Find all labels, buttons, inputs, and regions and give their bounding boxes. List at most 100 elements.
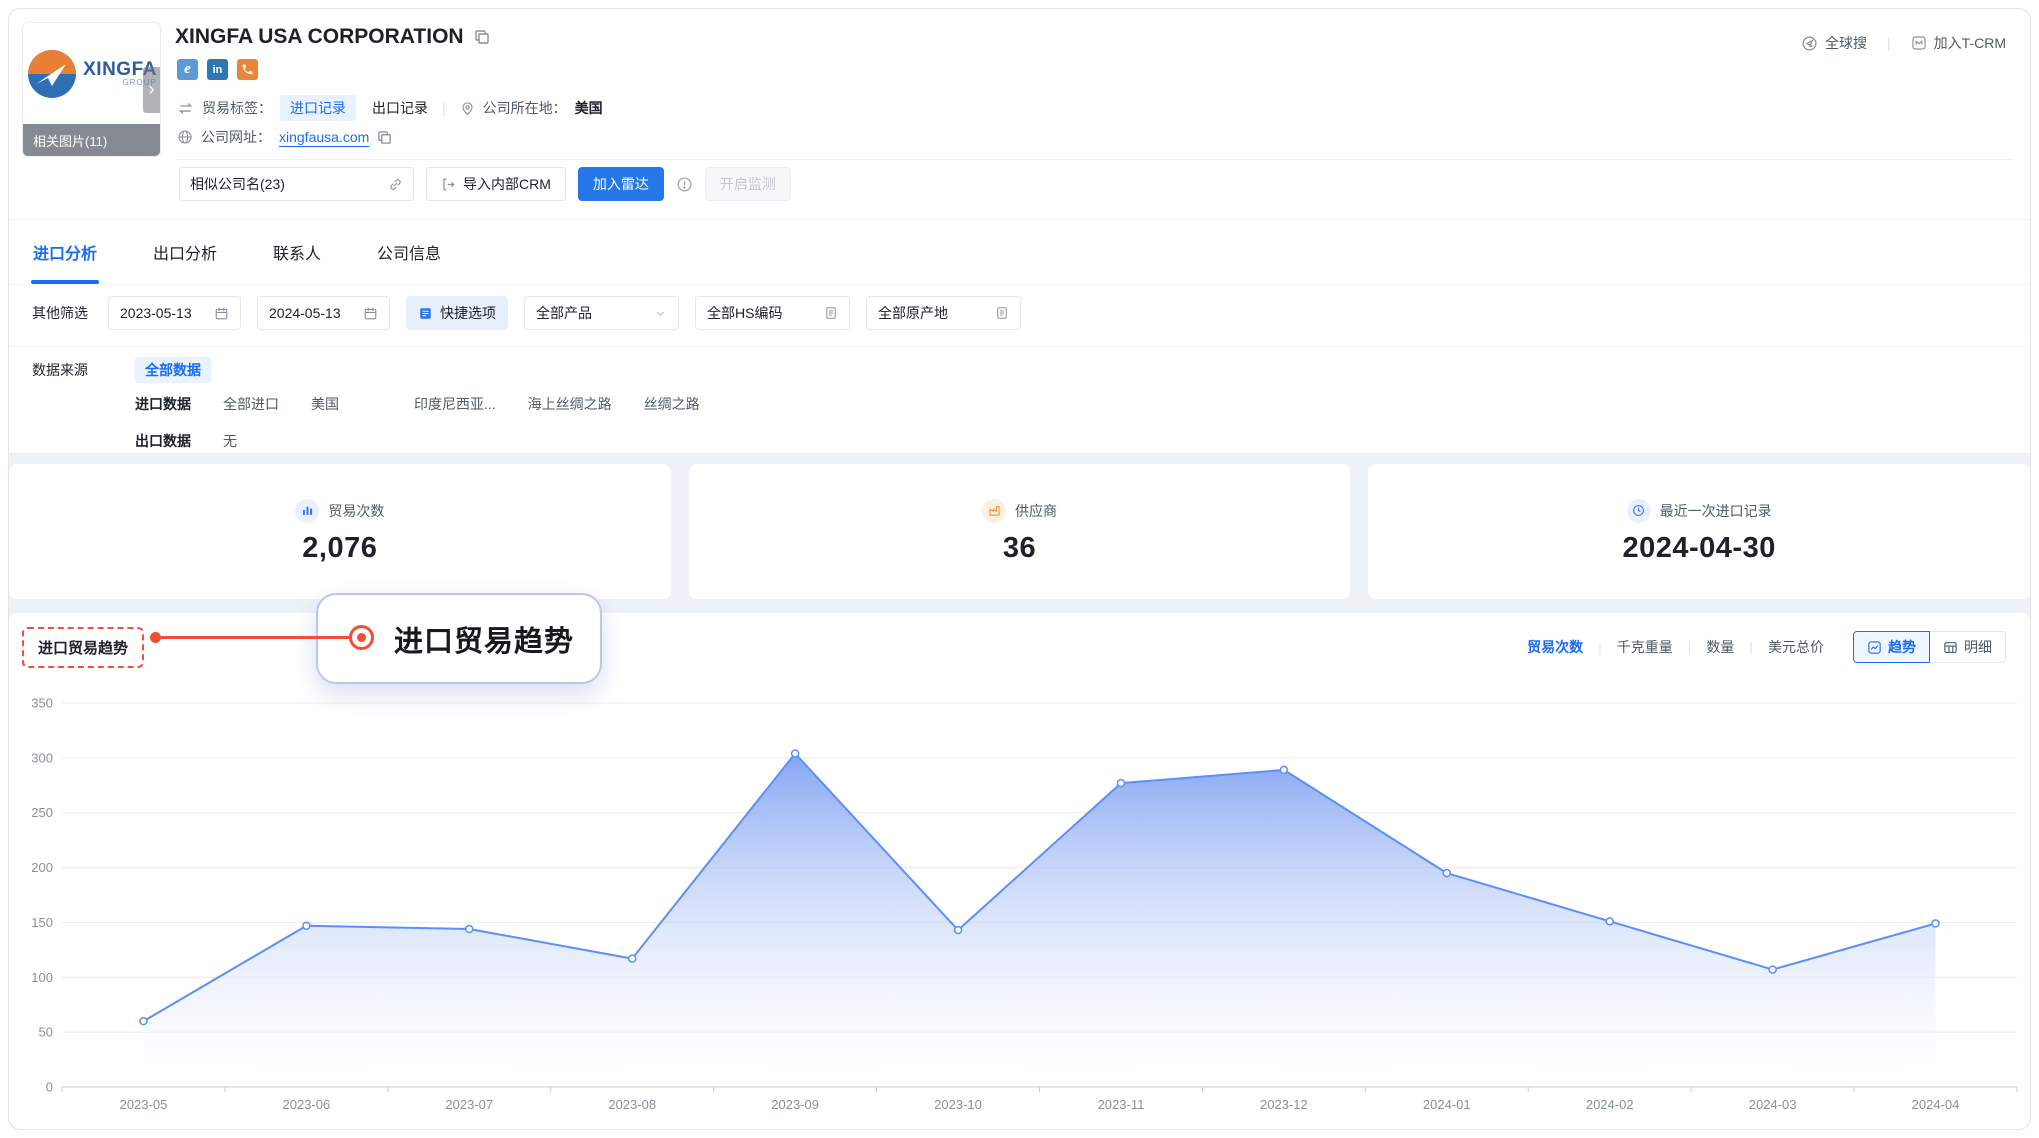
- company-name: XINGFA USA CORPORATION: [175, 25, 464, 49]
- metric-kg-weight[interactable]: 千克重量: [1617, 637, 1673, 657]
- social-icons: e in: [177, 59, 258, 80]
- import-item[interactable]: 海上丝绸之路: [528, 394, 612, 414]
- logo-next-button[interactable]: ›: [143, 67, 160, 113]
- copy-icon[interactable]: [377, 130, 392, 145]
- import-item[interactable]: 印度尼西亚...: [414, 394, 496, 414]
- website-icon[interactable]: e: [177, 59, 198, 80]
- import-item[interactable]: 全部进口: [223, 394, 279, 414]
- svg-text:2024-01: 2024-01: [1423, 1097, 1471, 1112]
- company-logo-card[interactable]: XINGFA GROUP › 相关图片(11): [22, 22, 161, 157]
- section-title-import-trend: 进口贸易趋势: [22, 627, 144, 668]
- svg-text:350: 350: [31, 696, 53, 711]
- svg-text:300: 300: [31, 750, 53, 765]
- join-radar-button[interactable]: 加入雷达: [578, 167, 664, 201]
- global-search-icon: [1801, 35, 1818, 52]
- quick-options-button[interactable]: 快捷选项: [406, 296, 508, 330]
- svg-text:100: 100: [31, 970, 53, 985]
- metric-trade-count[interactable]: 贸易次数: [1527, 637, 1583, 657]
- import-crm-button[interactable]: 导入内部CRM: [426, 167, 566, 201]
- svg-text:50: 50: [39, 1025, 53, 1040]
- doc-list-icon: [824, 306, 838, 320]
- svg-text:2023-06: 2023-06: [283, 1097, 331, 1112]
- tab-export-analysis[interactable]: 出口分析: [153, 220, 217, 284]
- xingfa-logo-icon: [26, 48, 78, 100]
- view-toggle: 趋势 明细: [1853, 631, 2006, 663]
- stat-cards: 贸易次数 2,076 供应商 36: [9, 464, 2030, 599]
- svg-text:2023-08: 2023-08: [608, 1097, 656, 1112]
- divider: [175, 159, 2014, 160]
- tag-export-records[interactable]: 出口记录: [372, 98, 428, 118]
- svg-text:2023-05: 2023-05: [120, 1097, 168, 1112]
- metric-usd-total[interactable]: 美元总价: [1768, 637, 1824, 657]
- all-hs-code-select[interactable]: 全部HS编码: [695, 296, 850, 330]
- chart-metric-switcher: 贸易次数 | 千克重量 | 数量 | 美元总价 趋势: [1527, 631, 2006, 663]
- all-products-select[interactable]: 全部产品: [524, 296, 679, 330]
- svg-text:2024-04: 2024-04: [1912, 1097, 1960, 1112]
- stat-card-suppliers: 供应商 36: [689, 464, 1351, 599]
- import-data-label: 进口数据: [135, 394, 223, 414]
- annotation-connector-line: [155, 636, 363, 639]
- similar-companies-selector[interactable]: 相似公司名(23): [179, 167, 414, 201]
- join-tcrm-button[interactable]: 加入T-CRM: [1911, 33, 2006, 53]
- trend-area-chart[interactable]: 0501001502002503003502023-052023-062023-…: [17, 691, 2024, 1131]
- location-value: 美国: [575, 98, 603, 118]
- trend-icon: [1867, 640, 1882, 655]
- divider: |: [1887, 35, 1891, 51]
- app-container: XINGFA GROUP › 相关图片(11) XINGFA USA CORPO…: [8, 8, 2031, 1130]
- date-to-picker[interactable]: 2024-05-13: [257, 296, 390, 330]
- chevron-down-icon: [654, 307, 667, 320]
- website-link[interactable]: xingfausa.com: [279, 129, 369, 145]
- svg-text:150: 150: [31, 915, 53, 930]
- tab-company-info[interactable]: 公司信息: [377, 220, 441, 284]
- svg-text:200: 200: [31, 860, 53, 875]
- svg-text:2024-02: 2024-02: [1586, 1097, 1634, 1112]
- stat-label: 贸易次数: [328, 501, 384, 521]
- metric-quantity[interactable]: 数量: [1706, 637, 1734, 657]
- location-label: 公司所在地：: [483, 98, 567, 118]
- pin-icon: [460, 101, 475, 116]
- toggle-trend-button[interactable]: 趋势: [1853, 631, 1930, 663]
- tab-bar: 进口分析 出口分析 联系人 公司信息: [9, 219, 2030, 285]
- stat-card-last-import: 最近一次进口记录 2024-04-30: [1368, 464, 2030, 599]
- import-data-items: 全部进口 美国 印度尼西亚... 海上丝绸之路 丝绸之路: [223, 394, 732, 414]
- info-icon[interactable]: [676, 176, 693, 193]
- import-item[interactable]: 美国: [311, 394, 339, 414]
- table-icon: [1943, 640, 1958, 655]
- all-data-tag[interactable]: 全部数据: [135, 357, 211, 383]
- stat-card-trade-count: 贸易次数 2,076: [9, 464, 671, 599]
- all-origin-select[interactable]: 全部原产地: [866, 296, 1021, 330]
- supplier-icon: [982, 499, 1006, 523]
- calendar-icon: [363, 306, 378, 321]
- date-from-picker[interactable]: 2023-05-13: [108, 296, 241, 330]
- svg-text:2023-10: 2023-10: [934, 1097, 982, 1112]
- svg-text:2023-11: 2023-11: [1098, 1097, 1145, 1112]
- calendar-icon: [214, 306, 229, 321]
- svg-text:2024-03: 2024-03: [1749, 1097, 1797, 1112]
- import-trend-panel: 进口贸易趋势 贸易次数 | 千克重量 | 数量 | 美元总价 趋势: [9, 613, 2030, 1129]
- copy-icon[interactable]: [474, 29, 490, 45]
- export-data-label: 出口数据: [135, 431, 223, 451]
- global-search-button[interactable]: 全球搜: [1801, 33, 1867, 53]
- clock-icon: [1627, 499, 1651, 523]
- bar-chart-icon: [295, 499, 319, 523]
- start-monitor-button[interactable]: 开启监测: [705, 167, 791, 201]
- related-images-label[interactable]: 相关图片(11): [23, 124, 160, 156]
- target-icon: [349, 625, 374, 650]
- phone-icon[interactable]: [237, 59, 258, 80]
- website-label: 公司网址：: [201, 127, 271, 147]
- tcrm-icon: [1911, 35, 1927, 51]
- tab-contacts[interactable]: 联系人: [273, 220, 321, 284]
- import-item[interactable]: 丝绸之路: [644, 394, 700, 414]
- globe-icon: [177, 129, 193, 145]
- swap-icon: [177, 100, 194, 117]
- toggle-detail-button[interactable]: 明细: [1930, 631, 2006, 663]
- trade-tag-label: 贸易标签：: [202, 98, 272, 118]
- tab-import-analysis[interactable]: 进口分析: [33, 220, 97, 284]
- tag-import-records[interactable]: 进口记录: [280, 95, 356, 121]
- stat-label: 供应商: [1015, 501, 1057, 521]
- company-header: XINGFA GROUP › 相关图片(11) XINGFA USA CORPO…: [9, 9, 2030, 453]
- quick-options-icon: [418, 306, 433, 321]
- svg-text:0: 0: [46, 1080, 53, 1095]
- linkedin-icon[interactable]: in: [207, 59, 228, 80]
- divider: |: [442, 100, 446, 116]
